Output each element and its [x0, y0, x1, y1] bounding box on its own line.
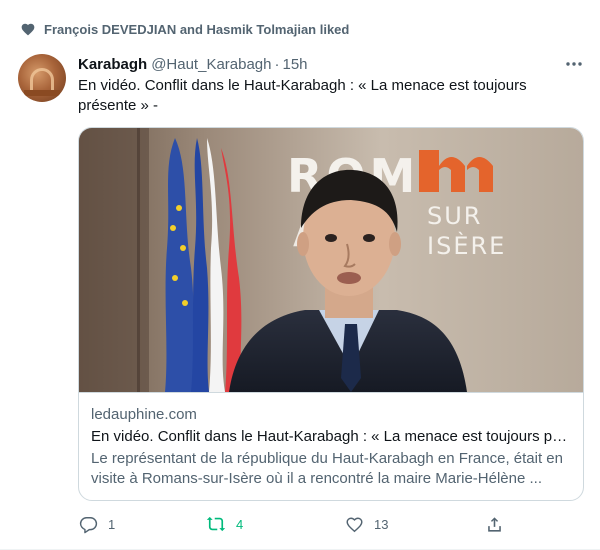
card-meta[interactable]: ledauphine.com En vidéo. Conflit dans le…: [79, 392, 583, 500]
social-context: François DEVEDJIAN and Hasmik Tolmajian …: [20, 18, 349, 40]
card-description: Le représentant de la république du Haut…: [91, 450, 563, 487]
share-icon[interactable]: [484, 514, 504, 534]
tweet-time[interactable]: 15h: [283, 56, 308, 73]
tweet-header: Karabagh @Haut_Karabagh · 15h: [78, 54, 308, 74]
more-horizontal-icon[interactable]: [562, 54, 586, 74]
heart-icon: [20, 21, 36, 37]
separator-dot: ·: [274, 55, 280, 73]
reply-icon[interactable]: [78, 514, 98, 534]
like-button[interactable]: 13: [344, 512, 388, 536]
share-button[interactable]: [484, 512, 504, 536]
card-domain: ledauphine.com: [91, 406, 197, 423]
tweet-text: En vidéo. Conflit dans le Haut-Karabagh …: [78, 77, 527, 114]
reply-count: 1: [108, 516, 116, 532]
author-handle[interactable]: @Haut_Karabagh: [151, 56, 271, 73]
card-image[interactable]: ROM SUR ISÈRE A: [79, 128, 583, 392]
tweet-actions: 1 4 13: [78, 512, 501, 536]
retweet-button[interactable]: 4: [206, 512, 243, 536]
reply-button[interactable]: 1: [78, 512, 115, 536]
liked-by-text[interactable]: François DEVEDJIAN and Hasmik Tolmajian …: [44, 22, 349, 37]
link-card[interactable]: ROM SUR ISÈRE A ledauphine.com En vidéo.…: [78, 127, 584, 501]
avatar[interactable]: [18, 54, 66, 102]
retweet-count: 4: [236, 516, 244, 532]
like-count: 13: [374, 516, 389, 532]
card-title: En vidéo. Conflit dans le Haut-Karabagh …: [91, 428, 571, 445]
author-name[interactable]: Karabagh: [78, 56, 147, 73]
retweet-icon[interactable]: [206, 514, 226, 534]
sign-text-side-2: ISÈRE: [427, 231, 506, 260]
heart-outline-icon[interactable]: [344, 514, 364, 534]
sign-text-side-1: SUR: [427, 202, 482, 230]
